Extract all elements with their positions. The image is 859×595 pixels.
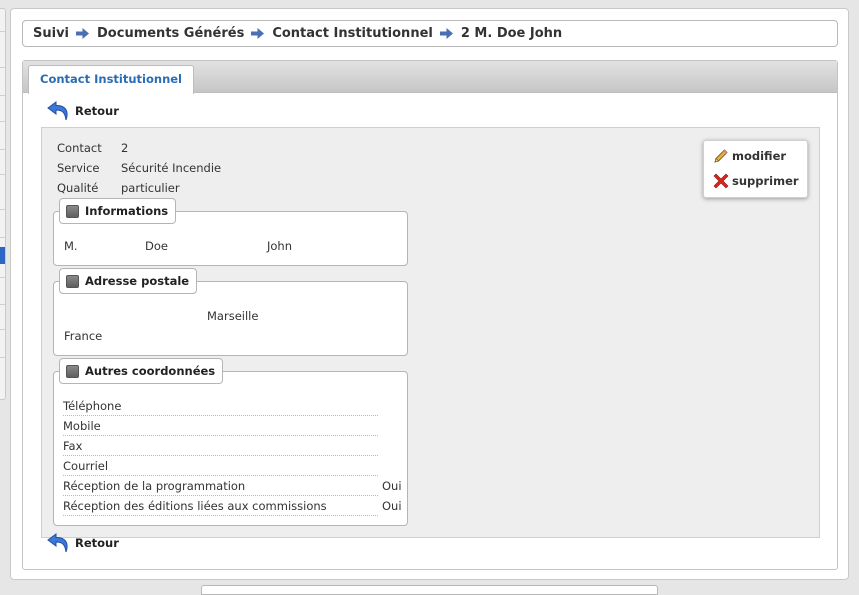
summary-label: Service bbox=[57, 161, 100, 175]
summary-row-contact: Contact 2 bbox=[57, 141, 128, 155]
coord-row-fax: Fax bbox=[63, 436, 378, 456]
left-sidebar-edge bbox=[0, 8, 6, 400]
coord-label: Réception des éditions liées aux commiss… bbox=[63, 499, 327, 513]
legend-adresse-postale[interactable]: Adresse postale bbox=[59, 268, 198, 294]
coord-label: Réception de la programmation bbox=[63, 479, 246, 493]
summary-label: Qualité bbox=[57, 181, 99, 195]
coord-row-mobile: Mobile bbox=[63, 416, 378, 436]
main-container: Suivi Documents Générés Contact Institut… bbox=[10, 8, 849, 580]
delete-cross-icon bbox=[713, 173, 729, 189]
coord-row-telephone: Téléphone bbox=[63, 396, 378, 416]
back-button-bottom[interactable]: Retour bbox=[47, 532, 119, 554]
contact-details: Contact 2 Service Sécurité Incendie Qualit… bbox=[41, 127, 820, 538]
summary-row-qualite: Qualité particulier bbox=[57, 181, 180, 195]
actions-menu: modifier supprimer bbox=[703, 140, 808, 198]
coord-label: Téléphone bbox=[63, 399, 122, 413]
coord-label: Mobile bbox=[63, 419, 101, 433]
arrow-right-icon bbox=[439, 28, 453, 39]
back-label: Retour bbox=[75, 104, 119, 118]
legend-label: Adresse postale bbox=[85, 274, 190, 288]
breadcrumb-item-documents[interactable]: Documents Générés bbox=[97, 26, 244, 41]
breadcrumb-item-suivi[interactable]: Suivi bbox=[33, 26, 69, 41]
nom-value: Doe bbox=[145, 239, 168, 253]
coord-value: Oui bbox=[382, 499, 402, 513]
undo-arrow-icon bbox=[47, 533, 68, 553]
prenom-value: John bbox=[267, 239, 293, 253]
collapse-toggle-icon bbox=[66, 274, 79, 288]
pencil-icon bbox=[714, 149, 728, 163]
ville-value: Marseille bbox=[207, 309, 259, 323]
arrow-right-icon bbox=[76, 28, 90, 39]
summary-label: Contact bbox=[57, 141, 102, 155]
fieldset-autres-coordonnees: Autres coordonnées Téléphone Mobile Fax … bbox=[53, 358, 408, 526]
breadcrumb: Suivi Documents Générés Contact Institut… bbox=[22, 20, 838, 47]
supprimer-label: supprimer bbox=[732, 174, 799, 188]
summary-value: Sécurité Incendie bbox=[121, 161, 222, 175]
bottom-panel-edge bbox=[201, 585, 658, 595]
supprimer-button[interactable]: supprimer bbox=[713, 173, 799, 189]
tab-bar: Contact Institutionnel bbox=[23, 61, 837, 94]
summary-value: particulier bbox=[121, 181, 180, 195]
summary-value: 2 bbox=[121, 141, 129, 155]
sidebar-selected-marker bbox=[0, 247, 5, 264]
pays-value: France bbox=[64, 329, 103, 343]
back-button-top[interactable]: Retour bbox=[47, 100, 119, 122]
coord-label: Fax bbox=[63, 439, 83, 453]
collapse-toggle-icon bbox=[66, 364, 79, 378]
breadcrumb-item-current: 2 M. Doe John bbox=[460, 26, 563, 41]
coord-label: Courriel bbox=[63, 459, 109, 473]
modifier-button[interactable]: modifier bbox=[713, 148, 786, 164]
tab-contact-institutionnel[interactable]: Contact Institutionnel bbox=[28, 65, 194, 94]
breadcrumb-item-contact[interactable]: Contact Institutionnel bbox=[272, 26, 433, 41]
legend-label: Autres coordonnées bbox=[85, 364, 216, 378]
legend-label: Informations bbox=[85, 204, 169, 218]
coord-row-courriel: Courriel bbox=[63, 456, 378, 476]
fieldset-adresse-postale: Adresse postale Marseille France bbox=[53, 268, 408, 356]
summary-row-service: Service Sécurité Incendie bbox=[57, 161, 221, 175]
coord-row-reception-editions: Réception des éditions liées aux commiss… bbox=[63, 496, 402, 516]
arrow-right-icon bbox=[251, 28, 265, 39]
legend-informations[interactable]: Informations bbox=[59, 198, 177, 224]
undo-arrow-icon bbox=[47, 101, 68, 121]
fieldset-informations: Informations M. Doe John bbox=[53, 198, 408, 266]
tab-panel: Contact Institutionnel Retour Contact 2 S… bbox=[22, 60, 838, 570]
coord-value: Oui bbox=[382, 479, 402, 493]
legend-autres-coordonnees[interactable]: Autres coordonnées bbox=[59, 358, 224, 384]
coord-row-reception-programmation: Réception de la programmation Oui bbox=[63, 476, 402, 496]
back-label: Retour bbox=[75, 536, 119, 550]
civilite-value: M. bbox=[64, 239, 78, 253]
modifier-label: modifier bbox=[732, 149, 787, 163]
collapse-toggle-icon bbox=[66, 204, 79, 218]
